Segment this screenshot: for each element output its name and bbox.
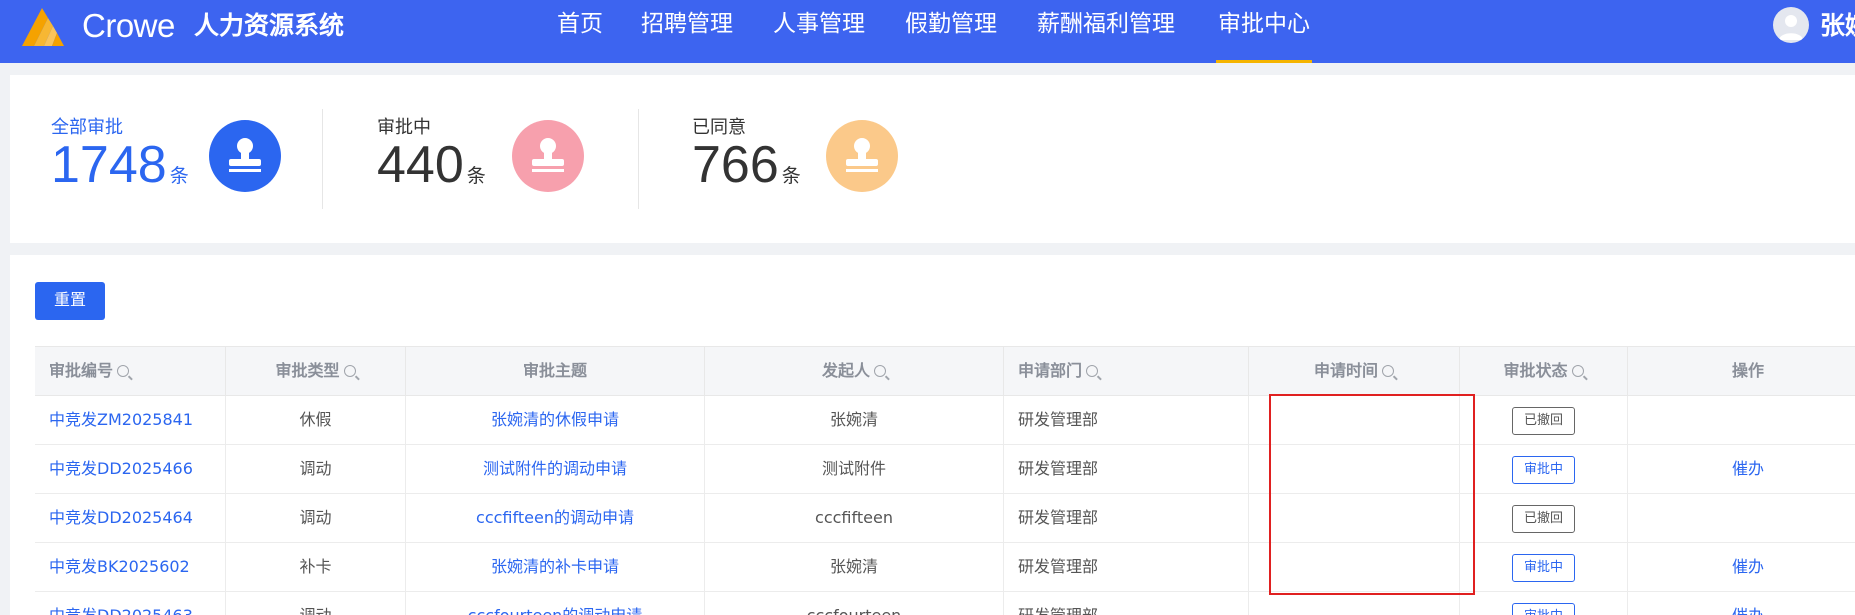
user-avatar[interactable] — [1773, 7, 1809, 43]
initiator: 测试附件 — [705, 445, 1004, 493]
approval-type: 调动 — [226, 445, 406, 493]
search-icon[interactable] — [874, 365, 886, 377]
status-cell: 审批中 — [1460, 445, 1628, 493]
urge-link[interactable]: 催办 — [1628, 543, 1855, 591]
user-name[interactable]: 张婉 — [1820, 4, 1855, 48]
status-badge: 已撤回 — [1511, 504, 1575, 533]
approval-subject-link[interactable]: 测试附件的调动申请 — [406, 445, 705, 493]
initiator: cccfifteen — [705, 494, 1004, 542]
stat-number: 766 — [692, 136, 779, 194]
approval-type: 休假 — [226, 396, 406, 444]
reset-button[interactable]: 重置 — [35, 282, 105, 320]
approval-id-link[interactable]: 中竞发DD2025463 — [35, 592, 226, 615]
approval-subject-link[interactable]: cccfifteen的调动申请 — [406, 494, 705, 542]
approval-id-link[interactable]: 中竞发BK2025602 — [35, 543, 226, 591]
column-header-department[interactable]: 申请部门 — [1004, 347, 1249, 395]
nav-approval-center[interactable]: 审批中心 — [1216, 0, 1312, 63]
status-cell: 审批中 — [1460, 543, 1628, 591]
table-row: 中竞发BK2025602 补卡 张婉清的补卡申请 张婉清 研发管理部 审批中 催… — [35, 543, 1855, 592]
stat-unit: 条 — [169, 166, 189, 187]
urge-link[interactable]: 催办 — [1628, 445, 1855, 493]
approval-id-link[interactable]: 中竞发DD2025466 — [35, 445, 226, 493]
column-header-apply-time[interactable]: 申请时间 — [1249, 347, 1460, 395]
column-header-approval-id[interactable]: 审批编号 — [35, 347, 226, 395]
urge-link[interactable] — [1628, 396, 1855, 444]
urge-link[interactable]: 催办 — [1628, 592, 1855, 615]
approval-id-link[interactable]: 中竞发ZM2025841 — [35, 396, 226, 444]
column-header-initiator[interactable]: 发起人 — [705, 347, 1004, 395]
search-icon[interactable] — [1382, 365, 1394, 377]
urge-link[interactable] — [1628, 494, 1855, 542]
approval-subject-link[interactable]: 张婉清的补卡申请 — [406, 543, 705, 591]
department: 研发管理部 — [1004, 543, 1249, 591]
column-header-actions: 操作 — [1731, 361, 1764, 380]
department: 研发管理部 — [1004, 494, 1249, 542]
nav-compensation[interactable]: 薪酬福利管理 — [1037, 0, 1175, 63]
stat-number: 440 — [377, 136, 464, 194]
approval-stats-card: 全部审批 1748 条 审批中 440 条 已同意 766 条 — [10, 75, 1855, 243]
status-cell: 已撤回 — [1460, 494, 1628, 542]
status-badge: 审批中 — [1511, 553, 1575, 582]
search-icon[interactable] — [343, 365, 356, 377]
status-badge: 审批中 — [1511, 602, 1575, 615]
department: 研发管理部 — [1004, 396, 1249, 444]
stamp-icon — [512, 120, 584, 192]
department: 研发管理部 — [1004, 592, 1249, 615]
column-header-approval-type[interactable]: 审批类型 — [226, 347, 406, 395]
stat-value: 440 条 — [377, 133, 486, 209]
initiator: 张婉清 — [705, 543, 1004, 591]
approval-type: 调动 — [226, 592, 406, 615]
stat-divider — [322, 109, 323, 209]
table-row: 中竞发DD2025464 调动 cccfifteen的调动申请 cccfifte… — [35, 494, 1855, 543]
nav-recruitment[interactable]: 招聘管理 — [641, 0, 733, 63]
crowe-logo-icon — [22, 8, 64, 46]
stat-unit: 条 — [781, 166, 801, 187]
status-badge: 审批中 — [1511, 455, 1575, 484]
search-icon[interactable] — [117, 365, 130, 377]
system-name: 人力资源系统 — [194, 11, 345, 40]
approval-subject-link[interactable]: cccfourteen的调动申请 — [406, 592, 705, 615]
stat-unit: 条 — [466, 166, 486, 187]
nav-personnel[interactable]: 人事管理 — [773, 0, 865, 63]
approval-id-link[interactable]: 中竞发DD2025464 — [35, 494, 226, 542]
initiator: 张婉清 — [705, 396, 1004, 444]
approval-table-card: 重置 审批编号 审批类型 审批主题 发起人 申请部门 申请时间 审批状态 操作 … — [10, 255, 1855, 615]
stat-number: 1748 — [51, 136, 167, 194]
status-cell: 已撤回 — [1460, 396, 1628, 444]
approval-type: 补卡 — [226, 543, 406, 591]
status-badge: 已撤回 — [1511, 406, 1575, 435]
stat-divider — [638, 109, 639, 209]
approval-type: 调动 — [226, 494, 406, 542]
department: 研发管理部 — [1004, 445, 1249, 493]
brand-name: Crowe — [82, 7, 175, 44]
table-row: 中竞发DD2025466 调动 测试附件的调动申请 测试附件 研发管理部 审批中… — [35, 445, 1855, 494]
stat-value: 1748 条 — [51, 133, 189, 209]
highlight-box — [1269, 394, 1475, 595]
initiator: cccfourteen — [705, 592, 1004, 615]
column-header-subject: 审批主题 — [406, 347, 705, 395]
table-header: 审批编号 审批类型 审批主题 发起人 申请部门 申请时间 审批状态 操作 — [35, 346, 1855, 396]
stat-value: 766 条 — [692, 133, 801, 209]
nav-attendance[interactable]: 假勤管理 — [905, 0, 997, 63]
approval-subject-link[interactable]: 张婉清的休假申请 — [406, 396, 705, 444]
apply-time — [1249, 592, 1460, 615]
search-icon[interactable] — [1086, 365, 1099, 377]
table-row: 中竞发DD2025463 调动 cccfourteen的调动申请 cccfour… — [35, 592, 1855, 615]
status-cell: 审批中 — [1460, 592, 1628, 615]
search-icon[interactable] — [1571, 365, 1584, 377]
nav-home[interactable]: 首页 — [557, 0, 603, 63]
stamp-icon — [826, 120, 898, 192]
user-icon — [1779, 15, 1803, 40]
table-row: 中竞发ZM2025841 休假 张婉清的休假申请 张婉清 研发管理部 已撤回 — [35, 396, 1855, 445]
column-header-status[interactable]: 审批状态 — [1460, 347, 1628, 395]
top-nav-bar: Crowe 人力资源系统 首页 招聘管理 人事管理 假勤管理 薪酬福利管理 审批… — [0, 0, 1855, 63]
approval-table: 审批编号 审批类型 审批主题 发起人 申请部门 申请时间 审批状态 操作 中竞发… — [35, 346, 1855, 615]
stamp-icon — [209, 120, 281, 192]
